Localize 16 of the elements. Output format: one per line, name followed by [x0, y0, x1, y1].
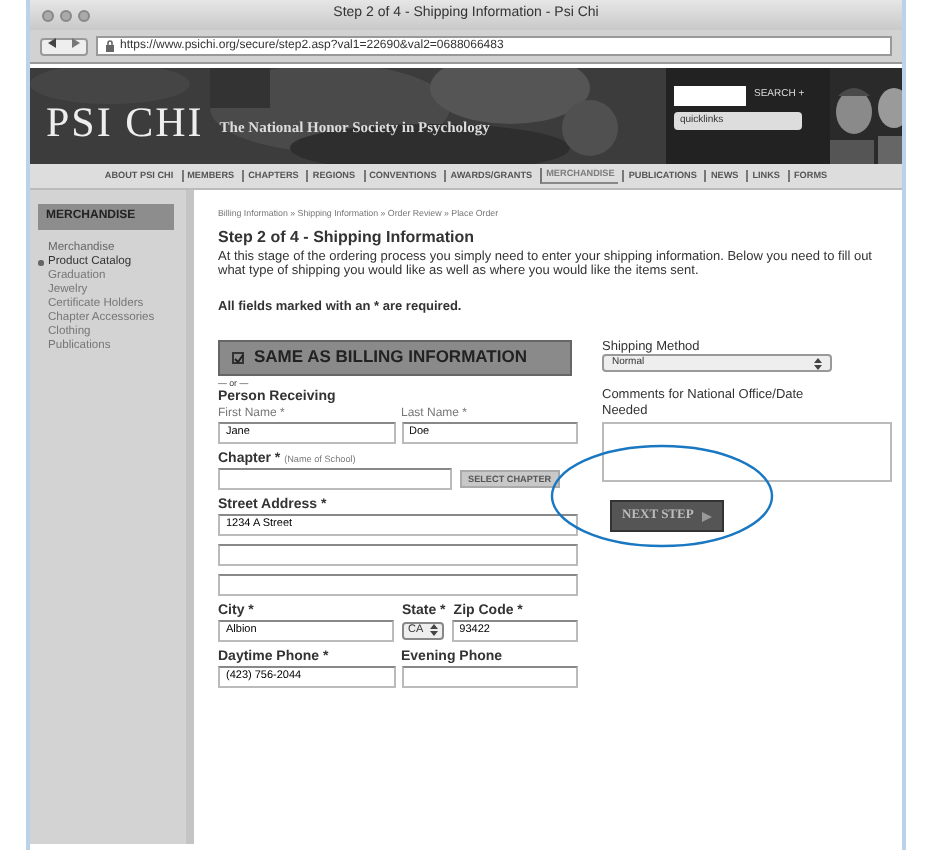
input-field[interactable] [218, 573, 578, 596]
same-as-billing-button[interactable]: SAME AS BILLING INFORMATION [218, 339, 572, 376]
comments-field[interactable] [602, 422, 892, 483]
up-down-arrows-icon [814, 357, 822, 370]
up-down-arrows-icon [429, 624, 438, 637]
page-heading: Step 2 of 4 - Shipping Information [218, 225, 476, 250]
site-logo[interactable]: PSI CHI [46, 102, 204, 144]
input-field[interactable] [218, 543, 578, 566]
window-controls-icon [42, 9, 90, 21]
search-field[interactable] [674, 86, 746, 106]
back-forward-buttons[interactable] [40, 37, 88, 55]
arrow-icon [701, 511, 712, 522]
input-field[interactable] [401, 665, 578, 688]
input-field[interactable] [218, 467, 452, 490]
lock-icon [106, 40, 114, 52]
checkbox-icon [232, 351, 244, 364]
